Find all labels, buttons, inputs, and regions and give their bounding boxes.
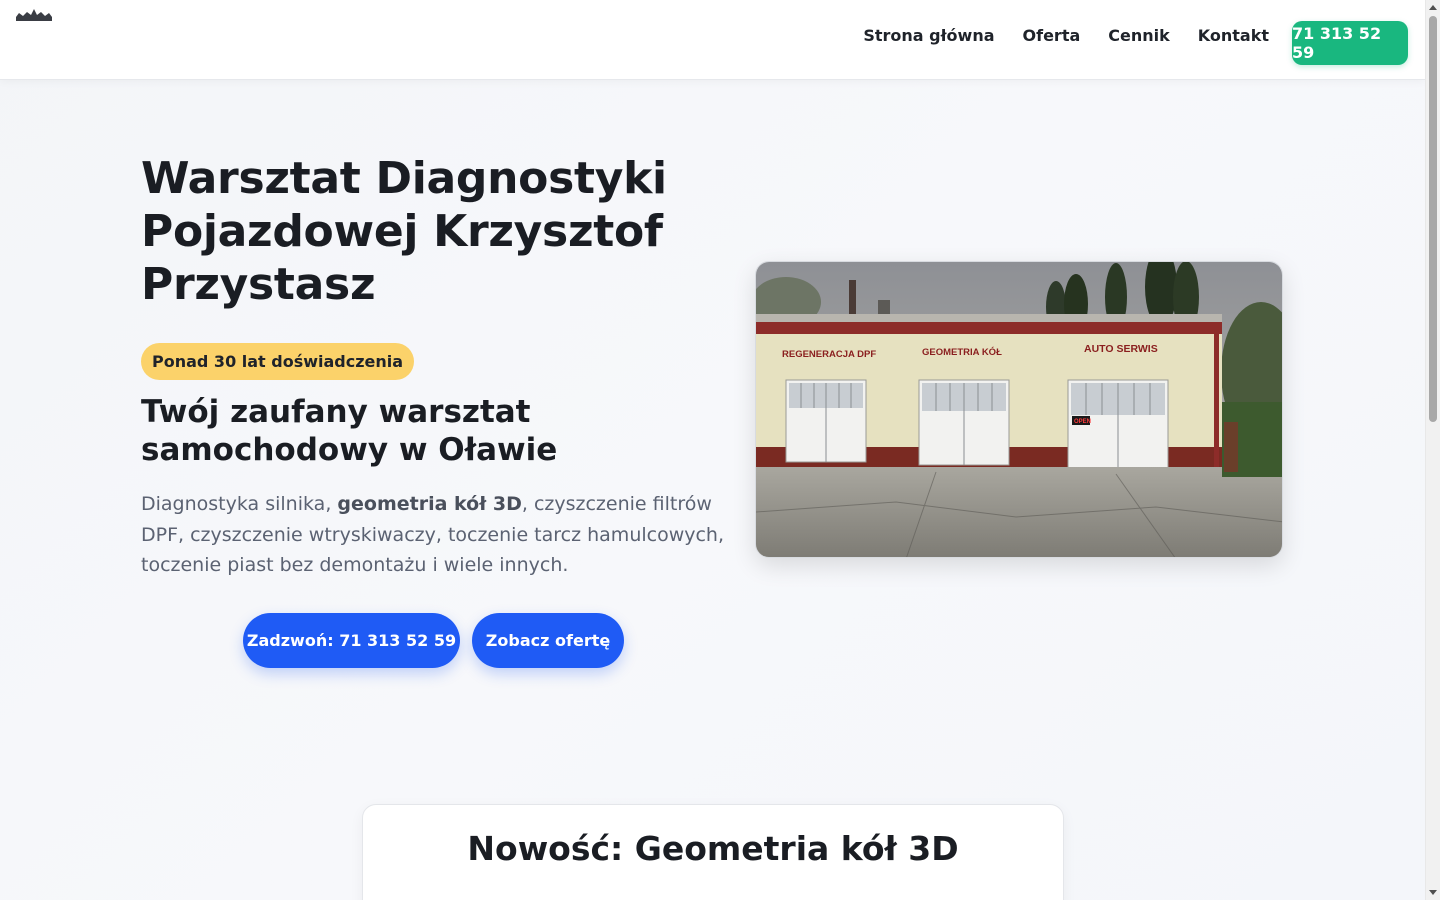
experience-badge: Ponad 30 lat doświadczenia — [141, 343, 415, 380]
workshop-photo: REGENERACJA DPF GEOMETRIA KÓŁ AUTO SERWI… — [755, 261, 1283, 558]
nav-link-pricing[interactable]: Cennik — [1108, 26, 1170, 45]
nav-link-home[interactable]: Strona główna — [863, 26, 994, 45]
site-header: Strona główna Oferta Cennik Kontakt 71 3… — [0, 0, 1425, 80]
desc-text-1: Diagnostyka silnika, — [141, 493, 338, 515]
hero-description: Diagnostyka silnika, geometria kół 3D, c… — [141, 489, 731, 581]
scrollbar-thumb[interactable] — [1429, 16, 1437, 422]
header-phone-button[interactable]: 71 313 52 59 — [1292, 21, 1408, 65]
sign-auto-serwis: AUTO SERWIS — [1084, 343, 1158, 355]
nav-link-contact[interactable]: Kontakt — [1198, 26, 1269, 45]
scroll-up-arrow-icon[interactable] — [1429, 5, 1437, 10]
desc-bold: geometria kół 3D — [337, 493, 522, 515]
see-offer-button[interactable]: Zobacz ofertę — [472, 613, 624, 668]
news-card: Nowość: Geometria kół 3D — [362, 804, 1064, 900]
scroll-down-arrow-icon[interactable] — [1429, 890, 1437, 895]
news-title: Nowość: Geometria kół 3D — [467, 829, 959, 868]
nav-link-offer[interactable]: Oferta — [1023, 26, 1081, 45]
sign-dpf: REGENERACJA DPF — [782, 349, 876, 360]
main-nav: Strona główna Oferta Cennik Kontakt — [863, 26, 1269, 45]
page-scrollbar[interactable] — [1425, 0, 1440, 900]
workshop-photo-illustration: REGENERACJA DPF GEOMETRIA KÓŁ AUTO SERWI… — [756, 262, 1282, 557]
crown-logo-icon[interactable] — [16, 8, 52, 22]
call-button[interactable]: Zadzwoń: 71 313 52 59 — [243, 613, 460, 668]
page-title: Warsztat Diagnostyki Pojazdowej Krzyszto… — [141, 153, 667, 310]
sign-geometria: GEOMETRIA KÓŁ — [922, 346, 1002, 358]
hero-subtitle: Twój zaufany warsztat samochodowy w Oław… — [141, 394, 558, 468]
open-sign: OPEN — [1074, 419, 1091, 425]
